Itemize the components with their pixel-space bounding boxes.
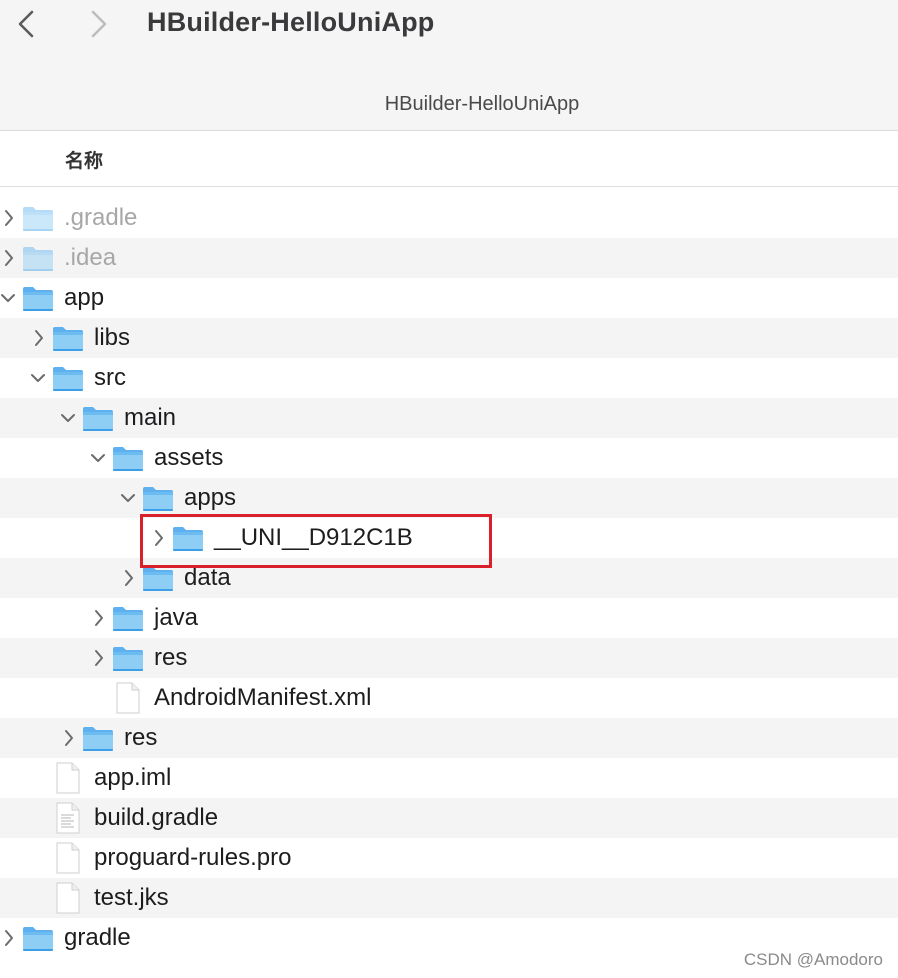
list-item-label: assets (154, 444, 224, 471)
chevron-right-icon[interactable] (122, 568, 136, 588)
document-icon (55, 842, 81, 879)
list-item[interactable]: test.jks (0, 878, 898, 918)
chevron-right-icon[interactable] (2, 208, 16, 228)
list-item-label: gradle (64, 924, 131, 951)
list-item[interactable]: java (0, 598, 898, 638)
folder-icon (22, 204, 54, 237)
list-item-label: apps (184, 484, 237, 511)
list-item-label: java (154, 604, 199, 631)
chevron-down-icon[interactable] (0, 288, 15, 308)
list-item[interactable]: libs (0, 318, 898, 358)
chevron-down-icon[interactable] (120, 488, 135, 508)
chevron-right-icon[interactable] (152, 528, 166, 548)
list-item[interactable]: res (0, 638, 898, 678)
list-item[interactable]: data (0, 558, 898, 598)
list-item[interactable]: main (0, 398, 898, 438)
document-icon (55, 762, 81, 799)
list-item[interactable]: app (0, 278, 898, 318)
list-item-label: AndroidManifest.xml (154, 684, 372, 711)
list-item[interactable]: res (0, 718, 898, 758)
chevron-right-icon[interactable] (2, 928, 16, 948)
name-column-header[interactable]: 名称 (65, 146, 103, 173)
list-item-label: .gradle (64, 204, 138, 231)
list-item[interactable]: .gradle (0, 198, 898, 238)
chevron-right-icon (91, 10, 107, 38)
folder-icon (22, 284, 54, 317)
list-item-label: app (64, 284, 105, 311)
list-item-label: .idea (64, 244, 117, 271)
list-item[interactable]: proguard-rules.pro (0, 838, 898, 878)
list-item-label: __UNI__D912C1B (214, 524, 413, 551)
folder-icon (142, 564, 174, 597)
folder-icon (82, 404, 114, 437)
chevron-right-icon[interactable] (2, 248, 16, 268)
list-item[interactable]: AndroidManifest.xml (0, 678, 898, 718)
list-item-label: data (184, 564, 231, 591)
watermark: CSDN @Amodoro (743, 950, 883, 969)
back-button[interactable] (13, 8, 43, 40)
chevron-down-icon[interactable] (60, 408, 75, 428)
chevron-right-icon[interactable] (62, 728, 76, 748)
chevron-left-icon (18, 10, 34, 38)
folder-icon (172, 524, 204, 557)
list-item-label: proguard-rules.pro (94, 844, 292, 871)
folder-icon (112, 644, 144, 677)
chevron-right-icon[interactable] (92, 648, 106, 668)
list-item[interactable]: __UNI__D912C1B (0, 518, 898, 558)
list-item-label: test.jks (94, 884, 169, 911)
list-item-label: app.iml (94, 764, 172, 791)
file-list: .gradle .idea app libs src main assets a… (0, 198, 898, 958)
folder-icon (22, 244, 54, 277)
list-item-label: libs (94, 324, 131, 351)
chevron-down-icon[interactable] (90, 448, 105, 468)
chevron-right-icon[interactable] (32, 328, 46, 348)
list-item-label: main (124, 404, 177, 431)
path-title: HBuilder-HelloUniApp (384, 93, 580, 115)
list-item-label: build.gradle (94, 804, 219, 831)
document-icon (115, 682, 141, 719)
folder-icon (82, 724, 114, 757)
list-header: 名称 (0, 131, 898, 187)
list-item[interactable]: app.iml (0, 758, 898, 798)
folder-icon (112, 604, 144, 637)
folder-icon (52, 324, 84, 357)
window-title: HBuilder-HelloUniApp (147, 7, 435, 37)
list-item[interactable]: src (0, 358, 898, 398)
list-item-label: src (94, 364, 126, 391)
document-icon (55, 882, 81, 919)
list-item-label: res (124, 724, 158, 751)
list-item[interactable]: apps (0, 478, 898, 518)
list-item[interactable]: .idea (0, 238, 898, 278)
folder-icon (142, 484, 174, 517)
document-icon (55, 802, 81, 839)
list-item-label: res (154, 644, 188, 671)
list-item[interactable]: assets (0, 438, 898, 478)
forward-button[interactable] (84, 8, 114, 40)
chevron-down-icon[interactable] (30, 368, 45, 388)
list-item[interactable]: build.gradle (0, 798, 898, 838)
folder-icon (22, 924, 54, 957)
folder-icon (52, 364, 84, 397)
folder-icon (112, 444, 144, 477)
toolbar: HBuilder-HelloUniApp HBuilder-HelloUniAp… (0, 0, 898, 131)
chevron-right-icon[interactable] (92, 608, 106, 628)
